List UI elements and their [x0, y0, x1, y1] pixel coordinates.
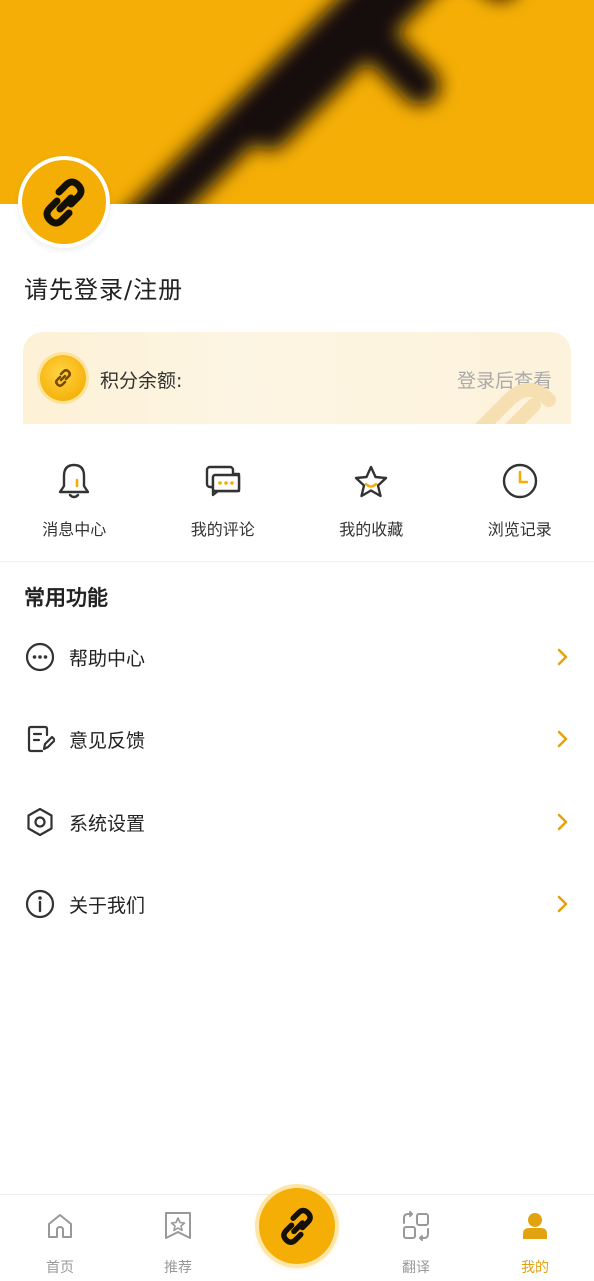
menu-item-label: 系统设置 — [69, 809, 145, 836]
center-link-button[interactable] — [259, 1188, 335, 1264]
quick-action-label: 消息中心 — [42, 516, 106, 540]
watermark-link-icon — [439, 380, 559, 424]
comment-icon — [204, 464, 242, 500]
quick-action-label: 我的收藏 — [339, 516, 403, 540]
menu-item-feedback[interactable]: 意见反馈 — [0, 711, 594, 767]
chevron-right-icon — [556, 894, 570, 914]
bell-icon — [57, 462, 91, 500]
menu-item-help[interactable]: 帮助中心 — [0, 629, 594, 685]
menu-item-label: 关于我们 — [69, 891, 145, 918]
points-balance-label: 积分余额: — [100, 366, 182, 393]
info-icon — [25, 889, 55, 919]
tab-translate[interactable]: 翻译 — [376, 1195, 456, 1281]
help-dots-icon — [25, 642, 55, 672]
link-icon — [273, 1202, 321, 1250]
star-icon — [352, 464, 390, 500]
menu-item-about[interactable]: 关于我们 — [0, 876, 594, 932]
tab-label: 首页 — [46, 1257, 74, 1277]
menu-item-label: 意见反馈 — [69, 726, 145, 753]
settings-hexagon-icon — [25, 807, 55, 837]
chevron-right-icon — [556, 647, 570, 667]
login-register-link[interactable]: 请先登录/注册 — [24, 270, 183, 305]
menu-item-label: 帮助中心 — [69, 644, 145, 671]
clock-icon — [501, 462, 539, 500]
quick-action-favorites[interactable]: 我的收藏 — [297, 450, 446, 560]
quick-action-label: 浏览记录 — [488, 516, 552, 540]
home-icon — [45, 1211, 75, 1241]
quick-actions: 消息中心 我的评论 我的收藏 — [0, 450, 594, 560]
tab-label: 翻译 — [402, 1257, 430, 1277]
link-icon — [33, 171, 95, 233]
feedback-icon — [25, 724, 55, 754]
chevron-right-icon — [556, 729, 570, 749]
translate-icon — [401, 1211, 431, 1241]
tab-recommend[interactable]: 推荐 — [138, 1195, 218, 1281]
section-title: 常用功能 — [24, 582, 108, 612]
quick-action-label: 我的评论 — [191, 516, 255, 540]
user-icon — [520, 1211, 550, 1241]
avatar[interactable] — [18, 156, 110, 248]
coin-icon — [40, 355, 86, 401]
coin-link-icon — [51, 366, 75, 390]
tab-mine[interactable]: 我的 — [495, 1195, 575, 1281]
points-card[interactable]: 积分余额: 登录后查看 — [23, 332, 571, 424]
avatar-image — [22, 160, 106, 244]
tab-label: 推荐 — [164, 1257, 192, 1277]
tab-home[interactable]: 首页 — [20, 1195, 100, 1281]
quick-action-messages[interactable]: 消息中心 — [0, 450, 149, 560]
divider — [0, 561, 594, 562]
quick-action-comments[interactable]: 我的评论 — [149, 450, 298, 560]
menu-item-settings[interactable]: 系统设置 — [0, 794, 594, 850]
bookmark-star-icon — [163, 1211, 193, 1241]
quick-action-history[interactable]: 浏览记录 — [446, 450, 594, 560]
tab-label: 我的 — [521, 1257, 549, 1277]
chevron-right-icon — [556, 812, 570, 832]
